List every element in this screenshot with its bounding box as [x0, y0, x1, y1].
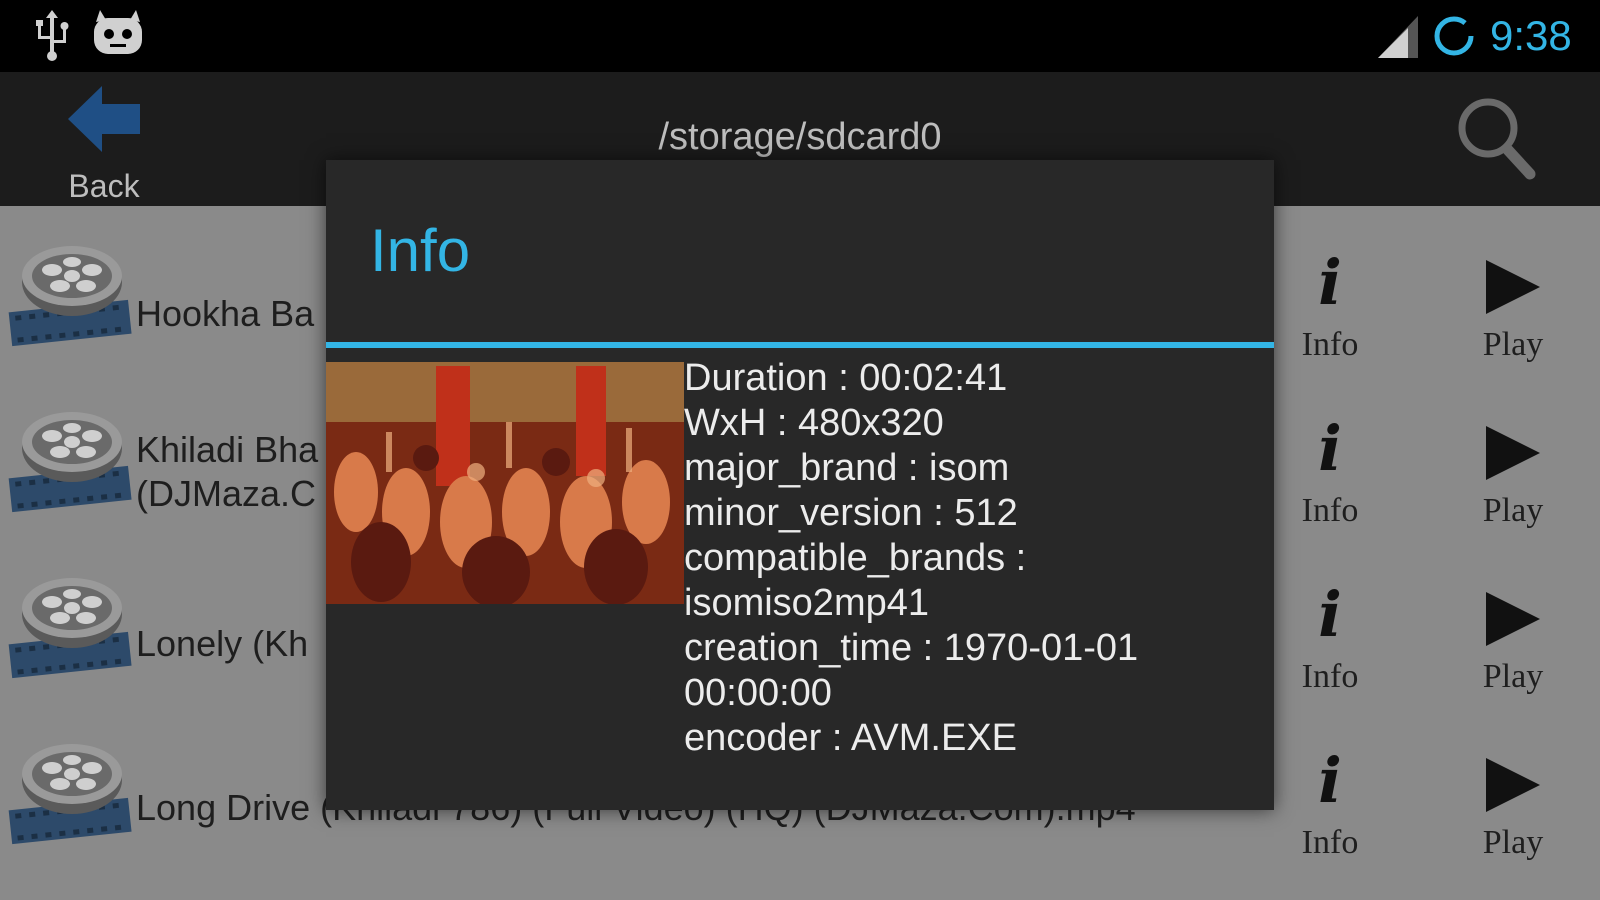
info-button[interactable]: i Info: [1288, 746, 1372, 864]
metadata-line: minor_version : 512: [684, 492, 1018, 534]
file-name: Lonely (Kh: [136, 622, 308, 666]
info-icon: i: [1318, 246, 1342, 319]
back-button[interactable]: Back: [48, 80, 160, 204]
metadata-line: Duration : 00:02:41: [684, 357, 1008, 399]
film-reel-icon: [8, 246, 132, 347]
info-icon: i: [1318, 412, 1342, 485]
play-button[interactable]: Play: [1466, 746, 1560, 864]
film-reel-icon: [8, 578, 132, 679]
file-name-line: (DJMaza.C: [136, 473, 317, 514]
file-name: Hookha Ba: [136, 292, 314, 336]
file-name-line: Hookha Ba: [136, 293, 315, 334]
info-label: Info: [1301, 658, 1359, 695]
clock: 9:38: [1490, 12, 1572, 59]
metadata-line: compatible_brands :: [684, 537, 1027, 579]
video-thumbnail: [326, 362, 684, 604]
info-label: Info: [1301, 326, 1359, 363]
play-label: Play: [1482, 824, 1544, 861]
info-button[interactable]: i Info: [1288, 248, 1372, 366]
file-name-line: Lonely (Kh: [136, 623, 309, 664]
play-label: Play: [1482, 326, 1544, 363]
play-button[interactable]: Play: [1466, 580, 1560, 698]
info-button[interactable]: i Info: [1288, 414, 1372, 532]
metadata-line: isomiso2mp41: [684, 582, 929, 624]
sync-icon: [1434, 16, 1474, 56]
dialog-title: Info: [370, 217, 471, 284]
status-bar: 9:38: [0, 0, 1600, 72]
search-icon[interactable]: [1454, 94, 1538, 182]
info-label: Info: [1301, 824, 1359, 861]
metadata-line: major_brand : isom: [684, 447, 1010, 489]
file-name-line: Khiladi Bha: [136, 429, 319, 470]
cyanogen-icon: [94, 10, 142, 54]
film-reel-icon: [8, 412, 132, 513]
film-reel-icon: [8, 744, 132, 845]
info-button[interactable]: i Info: [1288, 580, 1372, 698]
signal-icon: [1378, 16, 1418, 58]
metadata-line: encoder : AVM.EXE: [684, 717, 1018, 759]
back-label: Back: [68, 168, 140, 204]
usb-icon: [36, 10, 69, 61]
current-path: /storage/sdcard0: [658, 116, 942, 158]
play-icon: [1486, 260, 1540, 314]
metadata-line: 00:00:00: [684, 672, 832, 714]
info-icon: i: [1318, 744, 1342, 817]
metadata-list: Duration : 00:02:41 WxH : 480x320 major_…: [684, 356, 1254, 761]
info-icon: i: [1318, 578, 1342, 651]
play-icon: [1486, 758, 1540, 812]
metadata-line: creation_time : 1970-01-01: [684, 627, 1139, 669]
dialog-divider: [326, 342, 1274, 348]
play-label: Play: [1482, 658, 1544, 695]
play-button[interactable]: Play: [1466, 248, 1560, 366]
info-label: Info: [1301, 492, 1359, 529]
play-label: Play: [1482, 492, 1544, 529]
metadata-line: WxH : 480x320: [684, 402, 944, 444]
play-button[interactable]: Play: [1466, 414, 1560, 532]
file-name: Khiladi Bha (DJMaza.C: [136, 428, 318, 516]
play-icon: [1486, 426, 1540, 480]
play-icon: [1486, 592, 1540, 646]
info-dialog: Info Duration : 00:02:41 WxH: 480x320 m…: [326, 160, 1274, 810]
back-arrow-icon: [68, 86, 140, 152]
